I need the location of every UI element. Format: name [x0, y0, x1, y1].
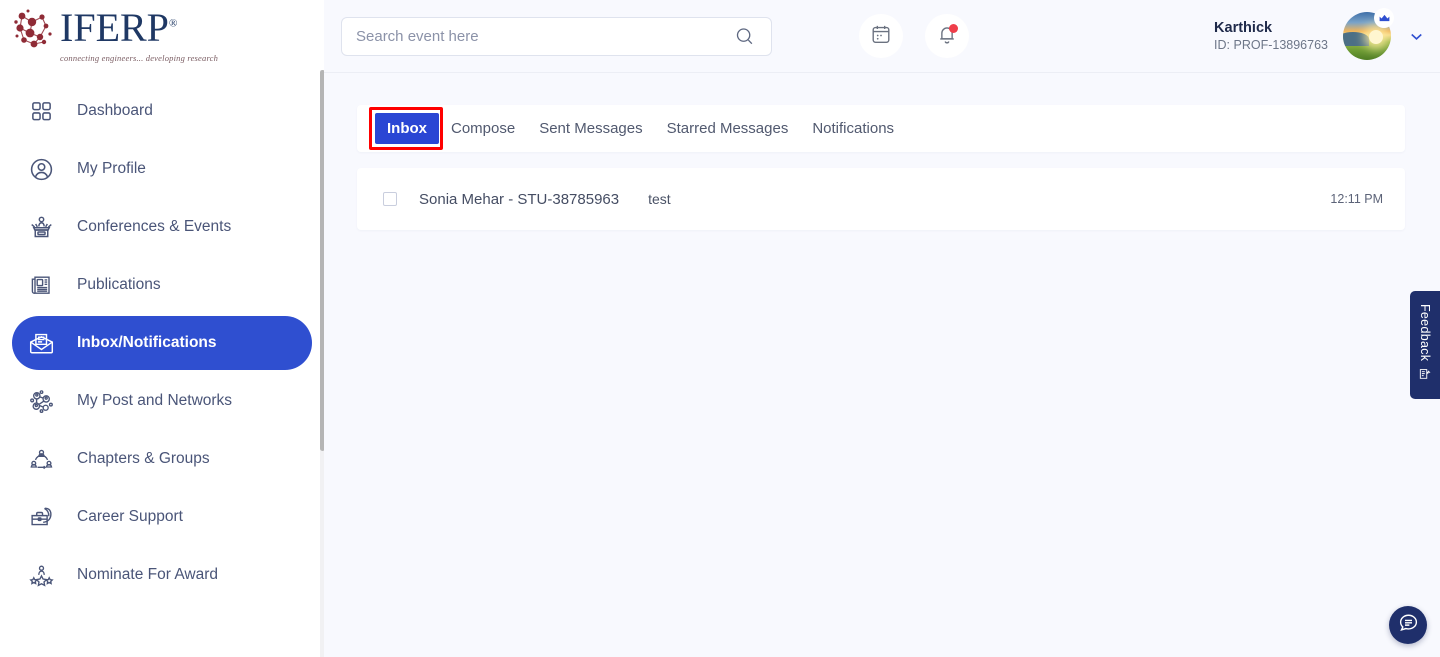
calendar-icon-button[interactable]	[859, 14, 903, 58]
search-box[interactable]	[341, 16, 772, 56]
message-sender: Sonia Mehar - STU-38785963	[419, 190, 620, 208]
sidebar-item-nominate-for-award[interactable]: Nominate For Award	[12, 548, 312, 602]
notification-bell-button[interactable]	[925, 14, 969, 58]
sidebar-item-inbox-notifications[interactable]: Inbox/Notifications	[12, 316, 312, 370]
sidebar-item-label: Dashboard	[77, 102, 153, 119]
app-root: IFERP® connecting engineers... developin…	[0, 0, 1440, 657]
user-name: Karthick	[1214, 19, 1273, 36]
registered-mark: ®	[168, 17, 178, 30]
sidebar: IFERP® connecting engineers... developin…	[0, 0, 325, 657]
crown-icon	[1374, 8, 1394, 28]
chat-button[interactable]	[1389, 606, 1427, 644]
grid-squares-icon	[24, 94, 58, 128]
award-stars-icon	[24, 558, 58, 592]
tab-starred-messages[interactable]: Starred Messages	[655, 113, 801, 144]
sidebar-item-publications[interactable]: Publications	[12, 258, 312, 312]
sidebar-item-my-profile[interactable]: My Profile	[12, 142, 312, 196]
sidebar-item-label: Chapters & Groups	[77, 450, 210, 467]
avatar-hill	[1343, 32, 1369, 46]
group-connections-icon	[24, 442, 58, 476]
tab-compose[interactable]: Compose	[439, 113, 527, 144]
sidebar-item-label: Conferences & Events	[77, 218, 232, 235]
tab-inbox[interactable]: Inbox	[375, 113, 439, 144]
avatar[interactable]	[1343, 8, 1394, 60]
message-subject: test	[648, 191, 671, 207]
tab-bar: Inbox Compose Sent Messages Starred Mess…	[357, 105, 1405, 152]
avatar-sun	[1369, 30, 1383, 44]
user-id: ID: PROF-13896763	[1214, 37, 1328, 52]
feedback-label: Feedback	[1418, 304, 1432, 362]
network-people-icon	[24, 384, 58, 418]
message-checkbox[interactable]	[383, 192, 397, 206]
tab-sent-messages[interactable]: Sent Messages	[527, 113, 654, 144]
sidebar-item-chapters-groups[interactable]: Chapters & Groups	[12, 432, 312, 486]
sidebar-item-label: Nominate For Award	[77, 566, 218, 583]
notification-dot	[949, 24, 958, 33]
podium-speaker-icon	[24, 210, 58, 244]
message-time: 12:11 PM	[1330, 192, 1383, 206]
content-area: Inbox Compose Sent Messages Starred Mess…	[324, 73, 1440, 657]
tab-notifications[interactable]: Notifications	[800, 113, 906, 144]
sidebar-item-dashboard[interactable]: Dashboard	[12, 84, 312, 138]
top-header: Karthick ID: PROF-13896763	[324, 0, 1440, 73]
feedback-tab[interactable]: Feedback	[1410, 291, 1440, 399]
calendar-icon	[870, 23, 892, 50]
sidebar-item-conferences-events[interactable]: Conferences & Events	[12, 200, 312, 254]
sidebar-item-label: My Post and Networks	[77, 392, 233, 409]
user-menu[interactable]: Karthick ID: PROF-13896763	[1214, 8, 1440, 60]
sidebar-item-label: Inbox/Notifications	[77, 334, 217, 351]
network-nodes-icon	[10, 6, 58, 54]
sidebar-item-label: My Profile	[77, 160, 146, 177]
sidebar-item-my-post-and-networks[interactable]: My Post and Networks	[12, 374, 312, 428]
sidebar-item-label: Career Support	[77, 508, 183, 525]
feedback-form-icon	[1418, 367, 1432, 386]
chat-bubble-icon	[1398, 612, 1419, 638]
message-row[interactable]: Sonia Mehar - STU-38785963 test 12:11 PM	[357, 168, 1405, 230]
open-envelope-icon	[24, 326, 58, 360]
sidebar-item-career-support[interactable]: Career Support	[12, 490, 312, 544]
chevron-down-icon[interactable]	[1407, 27, 1426, 46]
search-input[interactable]	[342, 17, 722, 55]
brand-name: IFERP®	[60, 5, 178, 51]
brand-tagline: connecting engineers... developing resea…	[60, 53, 219, 64]
user-circle-icon	[24, 152, 58, 186]
briefcase-icon	[24, 500, 58, 534]
newspaper-icon	[24, 268, 58, 302]
sidebar-nav: Dashboard My Profile Conferences & Event…	[0, 70, 324, 602]
sidebar-item-label: Publications	[77, 276, 161, 293]
main-area: Karthick ID: PROF-13896763	[324, 0, 1440, 657]
brand-logo[interactable]: IFERP® connecting engineers... developin…	[0, 0, 324, 70]
search-icon[interactable]	[734, 26, 755, 47]
